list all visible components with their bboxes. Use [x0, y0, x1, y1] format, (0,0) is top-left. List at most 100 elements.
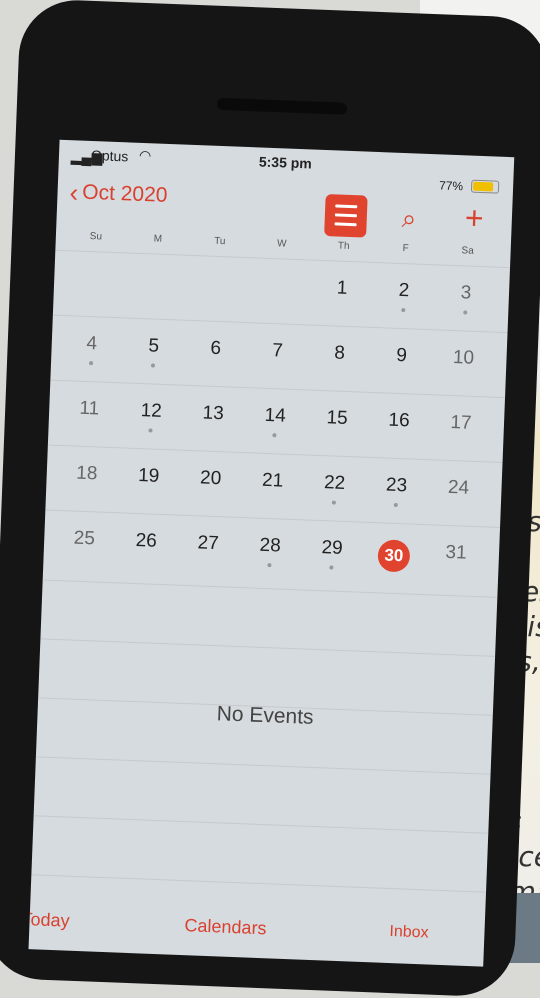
- day-cell[interactable]: 7: [255, 339, 300, 363]
- day-number: 15: [326, 407, 349, 430]
- day-number: 14: [264, 404, 287, 427]
- weekday-label: Sa: [461, 245, 474, 257]
- event-dot: [88, 361, 94, 366]
- day-number: 26: [135, 529, 158, 552]
- status-time: 5:35 pm: [258, 153, 313, 172]
- day-cell[interactable]: 16: [377, 409, 422, 433]
- day-cell[interactable]: 9: [379, 344, 424, 368]
- day-number: 8: [333, 342, 346, 364]
- day-number: 30: [377, 539, 411, 573]
- today-button[interactable]: Today: [29, 909, 71, 932]
- month-grid: 1 2 3 4 5 6 7 8 9 10 11 12 13 14 15 16 17 18 19 20 21 22 23 24 2…: [42, 249, 511, 592]
- weekday-label: Th: [337, 240, 350, 252]
- day-cell[interactable]: 27: [186, 532, 231, 556]
- search-button[interactable]: ⌕: [401, 203, 417, 236]
- day-cell[interactable]: 12: [128, 400, 173, 434]
- weekday-label: Tu: [213, 235, 226, 248]
- day-number: 4: [86, 332, 98, 355]
- day-cell[interactable]: 29: [309, 537, 354, 571]
- day-number: 6: [210, 337, 222, 360]
- day-number: 1: [336, 277, 348, 299]
- add-icon: +: [464, 199, 485, 237]
- event-dot: [393, 502, 398, 508]
- weekday-label: Su: [89, 231, 103, 243]
- calendars-button[interactable]: Calendars: [184, 915, 267, 939]
- weekday-label: F: [402, 243, 409, 255]
- list-view-icon-line: [334, 213, 357, 218]
- day-cell[interactable]: 21: [250, 469, 295, 493]
- day-cell[interactable]: 4: [69, 332, 114, 366]
- day-number: 13: [202, 402, 225, 425]
- list-view-icon-line: [334, 222, 357, 227]
- day-number: 28: [259, 534, 282, 557]
- weekday-label: M: [153, 233, 163, 245]
- wifi-icon: ◠: [138, 146, 152, 164]
- back-button[interactable]: ‹ Oct 2020: [69, 177, 168, 208]
- day-cell[interactable]: 13: [191, 402, 236, 426]
- day-number: 20: [199, 467, 222, 490]
- day-cell[interactable]: 22: [312, 472, 357, 506]
- day-number: 27: [197, 532, 220, 555]
- calendar-screen: ▂▄▆ Optus ◠ 5:35 pm 77% ‹ Oct 2020 ⌕ + S…: [28, 139, 515, 967]
- event-dot: [272, 433, 277, 438]
- chevron-left-icon: ‹: [69, 177, 79, 208]
- day-cell-today[interactable]: 30: [371, 539, 416, 573]
- day-cell[interactable]: 23: [374, 474, 419, 508]
- phone: ▂▄▆ Optus ◠ 5:35 pm 77% ‹ Oct 2020 ⌕ + S…: [0, 0, 540, 998]
- day-number: 5: [148, 335, 160, 357]
- day-number: 25: [73, 527, 96, 550]
- day-number: 11: [79, 397, 100, 420]
- day-number: 29: [321, 537, 344, 559]
- event-dot: [401, 308, 406, 313]
- day-number: 16: [388, 409, 411, 432]
- day-cell[interactable]: 6: [193, 337, 238, 361]
- add-event-button[interactable]: +: [464, 199, 484, 237]
- day-number: 31: [445, 541, 467, 564]
- day-number: 19: [137, 465, 160, 487]
- carrier-label: Optus: [90, 146, 129, 165]
- day-number: 21: [261, 469, 284, 492]
- earpiece-speaker: [216, 97, 348, 115]
- event-dot: [329, 565, 334, 570]
- day-number: 10: [452, 347, 475, 369]
- event-dot: [267, 563, 272, 568]
- day-cell[interactable]: 17: [439, 412, 484, 436]
- event-dot: [148, 428, 153, 433]
- day-cell[interactable]: 14: [252, 404, 297, 438]
- day-cell[interactable]: 2: [381, 279, 426, 313]
- day-number: 9: [395, 344, 408, 367]
- list-view-icon: [335, 204, 358, 209]
- day-cell[interactable]: 31: [434, 541, 479, 565]
- day-cell[interactable]: 25: [62, 527, 107, 551]
- day-cell[interactable]: 8: [317, 342, 362, 366]
- day-cell[interactable]: 19: [126, 465, 171, 489]
- day-cell[interactable]: 11: [67, 397, 112, 421]
- inbox-button[interactable]: Inbox: [389, 923, 429, 942]
- day-cell[interactable]: 3: [443, 282, 488, 316]
- back-label: Oct 2020: [81, 180, 168, 207]
- day-number: 2: [398, 279, 410, 302]
- search-icon: ⌕: [401, 202, 417, 234]
- day-cell[interactable]: 26: [124, 530, 169, 554]
- day-cell[interactable]: 18: [64, 462, 109, 486]
- day-number: 18: [75, 462, 98, 485]
- day-cell[interactable]: 24: [436, 477, 481, 501]
- day-cell[interactable]: 10: [441, 347, 486, 371]
- day-number: 12: [140, 400, 163, 422]
- event-dot: [331, 500, 336, 505]
- day-number: 7: [271, 340, 284, 362]
- day-cell[interactable]: 5: [131, 335, 176, 369]
- event-dot: [150, 363, 156, 368]
- day-number: 24: [447, 476, 470, 499]
- list-view-button[interactable]: [324, 194, 368, 238]
- day-cell[interactable]: 28: [247, 534, 292, 568]
- day-cell[interactable]: 1: [320, 277, 365, 301]
- day-number: 17: [450, 411, 472, 434]
- event-dot: [463, 310, 468, 315]
- day-number: 23: [385, 474, 408, 497]
- day-cell[interactable]: 15: [315, 407, 360, 431]
- day-cell[interactable]: 20: [188, 467, 233, 491]
- weekday-label: W: [276, 238, 287, 250]
- day-number: 22: [323, 472, 346, 494]
- day-number: 3: [460, 282, 472, 304]
